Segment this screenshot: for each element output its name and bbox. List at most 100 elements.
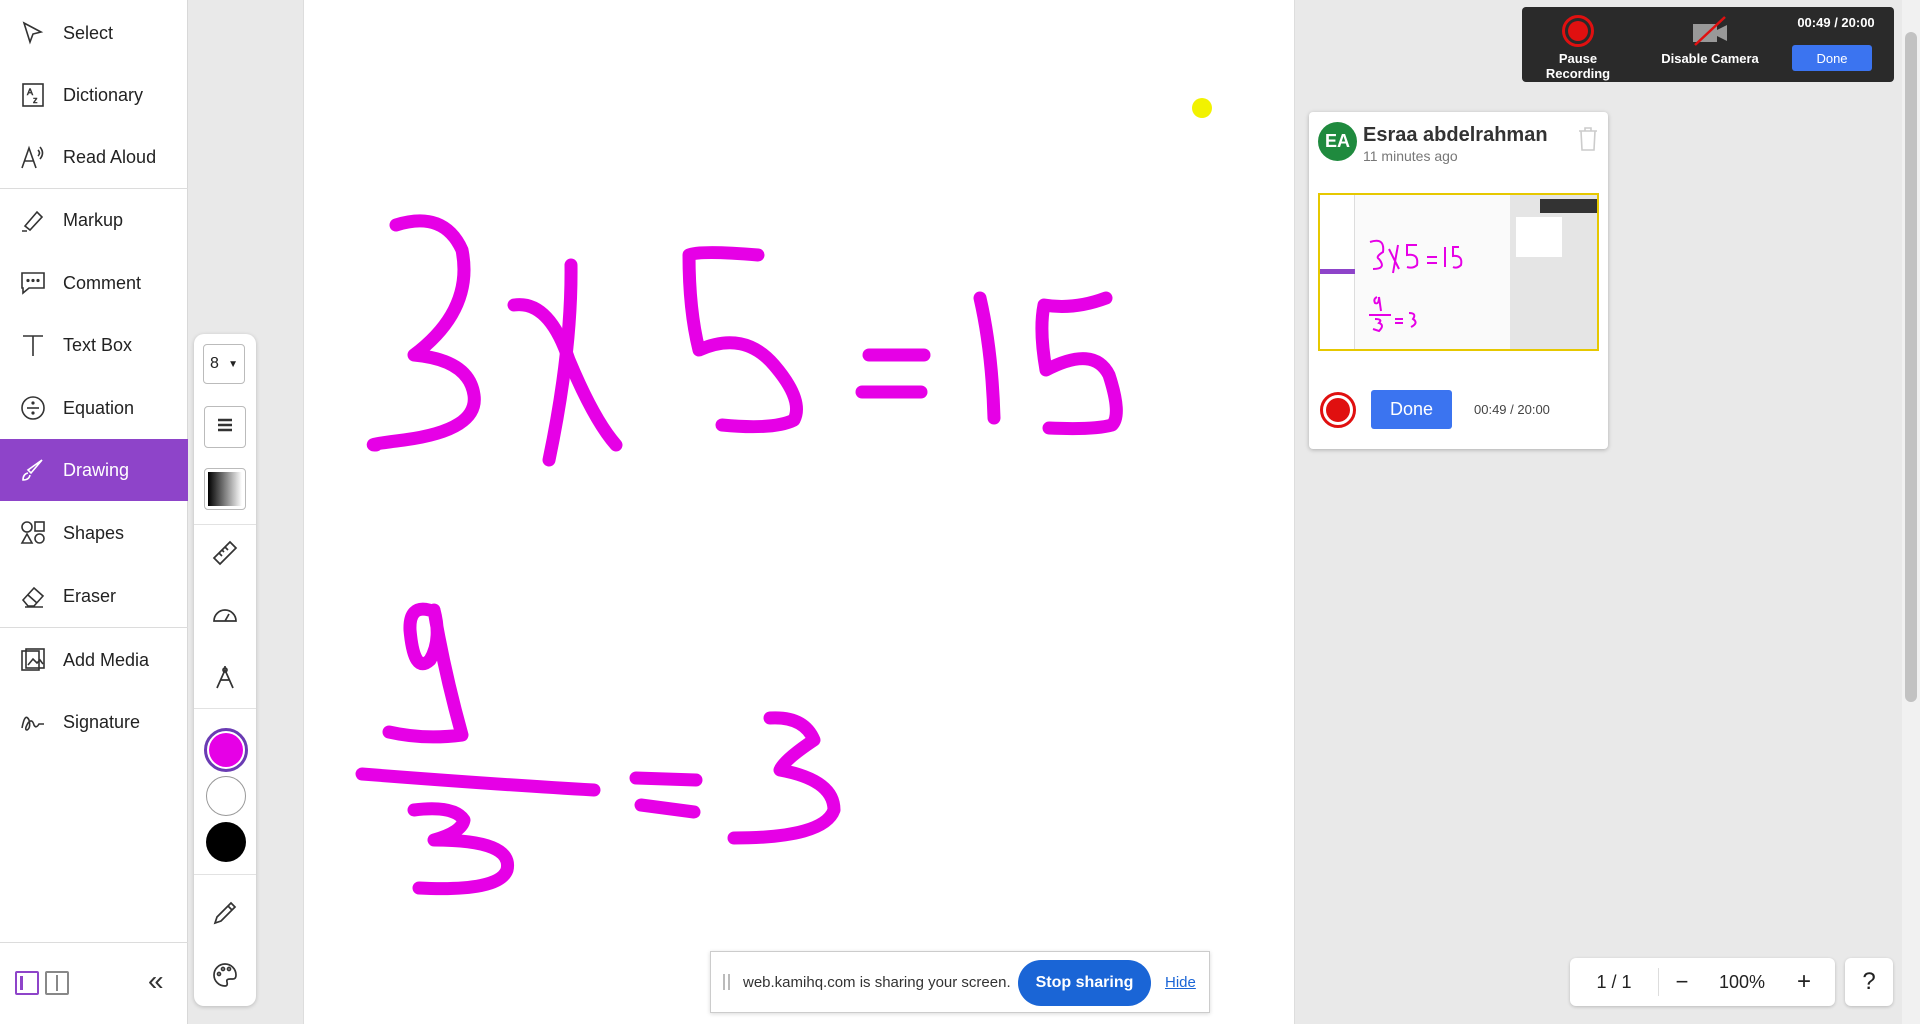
sidebar-item-eraser[interactable]: Eraser	[0, 565, 188, 627]
sidebar-item-label: Comment	[63, 272, 142, 293]
sidebar-item-label: Add Media	[63, 649, 150, 670]
sidebar-item-shapes[interactable]: Shapes	[0, 502, 188, 564]
zoom-level[interactable]: 100%	[1702, 958, 1782, 1006]
shapes-icon	[18, 518, 48, 548]
brush-size-select[interactable]: 8 ▼	[203, 344, 245, 384]
sidebar-item-label: Shapes	[63, 522, 125, 543]
ink-stroke	[542, 258, 578, 467]
document-page[interactable]	[303, 0, 1295, 1024]
color-swatch-selected[interactable]	[204, 728, 248, 772]
single-page-view-icon[interactable]	[15, 971, 39, 995]
comment-time: 11 minutes ago	[1363, 148, 1458, 164]
protractor-button[interactable]	[204, 596, 246, 638]
ink-stroke	[629, 771, 703, 787]
sidebar-item-label: Drawing	[63, 459, 130, 480]
drag-handle-icon[interactable]	[723, 974, 730, 990]
sidebar-item-label: Markup	[63, 209, 124, 230]
dictionary-icon: Az	[18, 80, 48, 110]
ink-stroke	[682, 246, 803, 434]
zoom-out-button[interactable]: −	[1662, 958, 1702, 1006]
eraser-icon	[18, 581, 48, 611]
comment-icon	[18, 268, 48, 298]
record-icon	[1326, 398, 1350, 422]
scrollbar-thumb[interactable]	[1905, 32, 1917, 702]
sidebar-item-label: Dictionary	[63, 84, 144, 105]
ink-stroke	[355, 767, 601, 797]
white-swatch[interactable]	[206, 776, 246, 816]
ink-stroke	[634, 798, 701, 819]
line-style-button[interactable]	[204, 406, 246, 448]
share-message: web.kamihq.com is sharing your screen.	[743, 974, 1011, 991]
ink-stroke	[407, 802, 515, 896]
ink-stroke	[973, 291, 1001, 425]
signature-icon	[18, 707, 48, 737]
sidebar-item-drawing[interactable]: Drawing	[0, 439, 188, 501]
recording-done-button[interactable]: Done	[1792, 45, 1872, 71]
zoom-controls: 1 / 1 − 100% +	[1570, 958, 1835, 1006]
toolbar-divider	[194, 524, 256, 525]
sidebar-item-label: Read Aloud	[63, 146, 157, 167]
cursor-highlight	[1192, 98, 1212, 118]
video-thumbnail[interactable]	[1318, 193, 1599, 351]
comment-card: EA Esraa abdelrahman 11 minutes ago Done…	[1309, 112, 1608, 449]
gradient-icon	[208, 472, 242, 506]
record-button[interactable]	[1320, 392, 1356, 428]
screen-share-bar: web.kamihq.com is sharing your screen. S…	[710, 951, 1210, 1013]
camera-off-icon	[1693, 16, 1727, 46]
sidebar-item-comment[interactable]: Comment	[0, 252, 188, 314]
sidebar-item-label: Equation	[63, 397, 135, 418]
recording-bar: Pause Recording Disable Camera 00:49 / 2…	[1522, 7, 1894, 82]
comment-done-button[interactable]: Done	[1371, 390, 1452, 429]
sidebar-item-equation[interactable]: Equation	[0, 377, 188, 439]
protractor-icon	[211, 601, 239, 634]
stop-sharing-button[interactable]: Stop sharing	[1018, 960, 1151, 1006]
sidebar-item-label: Select	[63, 22, 114, 43]
read-aloud-icon	[18, 142, 48, 172]
opacity-button[interactable]	[204, 468, 246, 510]
sidebar-divider	[0, 627, 188, 628]
image-icon	[18, 645, 48, 675]
palette-button[interactable]	[204, 956, 246, 998]
disable-camera-button[interactable]: Disable Camera	[1650, 15, 1770, 66]
black-swatch[interactable]	[206, 822, 246, 862]
page-indicator[interactable]: 1 / 1	[1570, 958, 1658, 1006]
ruler-button[interactable]	[204, 534, 246, 576]
highlighter-icon	[18, 205, 48, 235]
sidebar-item-signature[interactable]: Signature	[0, 691, 188, 753]
help-button[interactable]: ?	[1845, 958, 1893, 1006]
split-view-icon[interactable]	[45, 971, 69, 995]
palette-icon	[211, 961, 239, 994]
eyedropper-icon	[211, 899, 239, 932]
collapse-sidebar-icon[interactable]: «	[148, 965, 164, 997]
drawing-canvas[interactable]	[304, 0, 1296, 1024]
sidebar-item-select[interactable]: Select	[0, 2, 188, 64]
sidebar-footer: «	[0, 942, 188, 1024]
hide-link[interactable]: Hide	[1165, 974, 1196, 991]
pause-recording-button[interactable]: Pause Recording	[1528, 15, 1628, 81]
zoom-in-button[interactable]: +	[1782, 958, 1826, 1006]
brush-size-value: 8	[210, 355, 219, 372]
cursor-icon	[18, 18, 48, 48]
disable-camera-label: Disable Camera	[1661, 51, 1759, 66]
divide-icon	[18, 393, 48, 423]
trash-icon[interactable]	[1577, 126, 1599, 157]
eyedropper-button[interactable]	[204, 894, 246, 936]
comment-author: Esraa abdelrahman	[1363, 124, 1548, 146]
compass-icon	[211, 663, 239, 696]
pause-recording-label: Pause Recording	[1545, 51, 1611, 81]
sidebar-item-dictionary[interactable]: Az Dictionary	[0, 64, 188, 126]
menu-icon	[211, 411, 239, 444]
record-icon	[1562, 15, 1594, 47]
toolbar-divider	[194, 874, 256, 875]
sidebar-item-add-media[interactable]: Add Media	[0, 629, 188, 691]
sidebar-item-markup[interactable]: Markup	[0, 189, 188, 251]
sidebar-item-text-box[interactable]: Text Box	[0, 314, 188, 376]
sidebar-item-label: Signature	[63, 711, 141, 732]
chevron-down-icon: ▼	[228, 358, 238, 370]
sidebar-item-label: Eraser	[63, 585, 117, 606]
ink-stroke	[727, 711, 841, 845]
toolbar-divider	[194, 708, 256, 709]
sidebar-item-read-aloud[interactable]: Read Aloud	[0, 126, 188, 188]
brush-icon	[18, 455, 48, 485]
compass-button[interactable]	[204, 658, 246, 700]
